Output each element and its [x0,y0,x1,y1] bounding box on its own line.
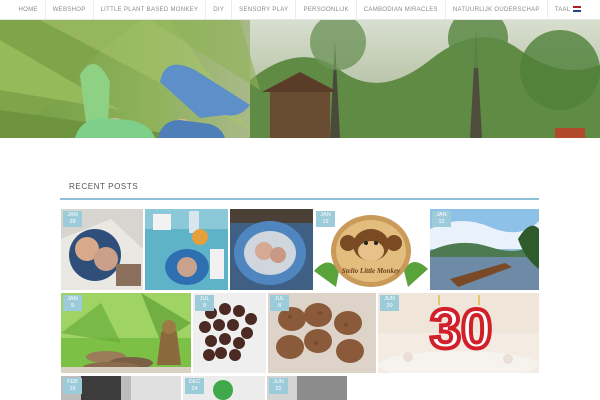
logo-text: Stelio Little Monkey [341,267,401,275]
post-date-badge: JUL 8 [195,295,214,311]
post-date-badge: DEC 24 [185,378,204,394]
nav-webshop[interactable]: WEBSHOP [44,0,93,20]
post-card[interactable]: JUN 22 [267,376,347,400]
post-card[interactable]: FEB 16 [61,376,181,400]
post-day: 22 [275,386,282,392]
nav-taal-label: TAAL [554,6,571,13]
nav-diy[interactable]: DIY [205,0,231,20]
post-month: JAN [67,296,78,302]
section-title: RECENT POSTS [69,182,139,191]
post-day: 12 [438,219,445,225]
post-date-badge: JAN 28 [63,211,82,227]
post-card[interactable] [230,209,313,290]
post-date-badge: JAN 9 [63,295,82,311]
top-navigation: HOME WEBSHOP LITTLE PLANT BASED MONKEY D… [0,0,600,20]
post-date-badge: JUN 20 [380,295,399,311]
nav-persoonlijk[interactable]: PERSOONLIJK [295,0,355,20]
post-month: JUN [384,296,395,302]
post-day: 28 [69,219,76,225]
post-month: JUN [273,379,284,385]
post-date-badge: JUL 8 [270,295,289,311]
post-card[interactable]: DEC 24 [183,376,265,400]
hero-illustration [0,20,600,138]
post-date-badge: JAN 19 [316,211,335,227]
post-card[interactable]: Stelio Little Monkey JAN 19 [314,209,428,290]
post-month: JUL [199,296,210,302]
post-month: DEC [188,379,201,385]
nav-taal[interactable]: TAAL [546,0,589,20]
post-day: 16 [69,386,76,392]
post-date-badge: JAN 12 [432,211,451,227]
cake-number: 30 [428,297,494,361]
post-date-badge: FEB 16 [63,378,82,394]
post-month: JUL [274,296,285,302]
post-month: JAN [67,212,78,218]
post-card[interactable]: 30 JUN 20 [378,293,539,373]
post-month: JAN [320,212,331,218]
post-image [145,209,228,290]
post-day: 8 [202,303,207,309]
post-card[interactable]: JAN 9 [61,293,191,373]
post-card[interactable]: JAN 12 [430,209,539,290]
post-month: FEB [67,379,78,385]
nav-natuurlijk-ouderschap[interactable]: NATUURLIJK OUDERSCHAP [444,0,547,20]
nav-cambodian-miracles[interactable]: CAMBODIAN MIRACLES [355,0,445,20]
post-day: 8 [277,303,282,309]
post-day: 19 [322,219,329,225]
hero-banner [0,20,600,138]
dutch-flag-icon [573,5,582,12]
nav-little-plant-based-monkey[interactable]: LITTLE PLANT BASED MONKEY [92,0,206,20]
post-day: 20 [386,303,393,309]
post-image [230,209,313,290]
post-card[interactable]: JUL 8 [193,293,266,373]
nav-sensory-play[interactable]: SENSORY PLAY [231,0,295,20]
post-card[interactable]: JUL 8 [268,293,376,373]
post-day: 9 [70,303,75,309]
post-card[interactable] [145,209,228,290]
nav-home[interactable]: HOME [12,0,45,20]
post-date-badge: JUN 22 [269,378,288,394]
post-day: 24 [191,386,198,392]
post-month: JAN [436,212,447,218]
post-card[interactable]: JAN 28 [61,209,143,290]
section-divider [60,198,539,200]
